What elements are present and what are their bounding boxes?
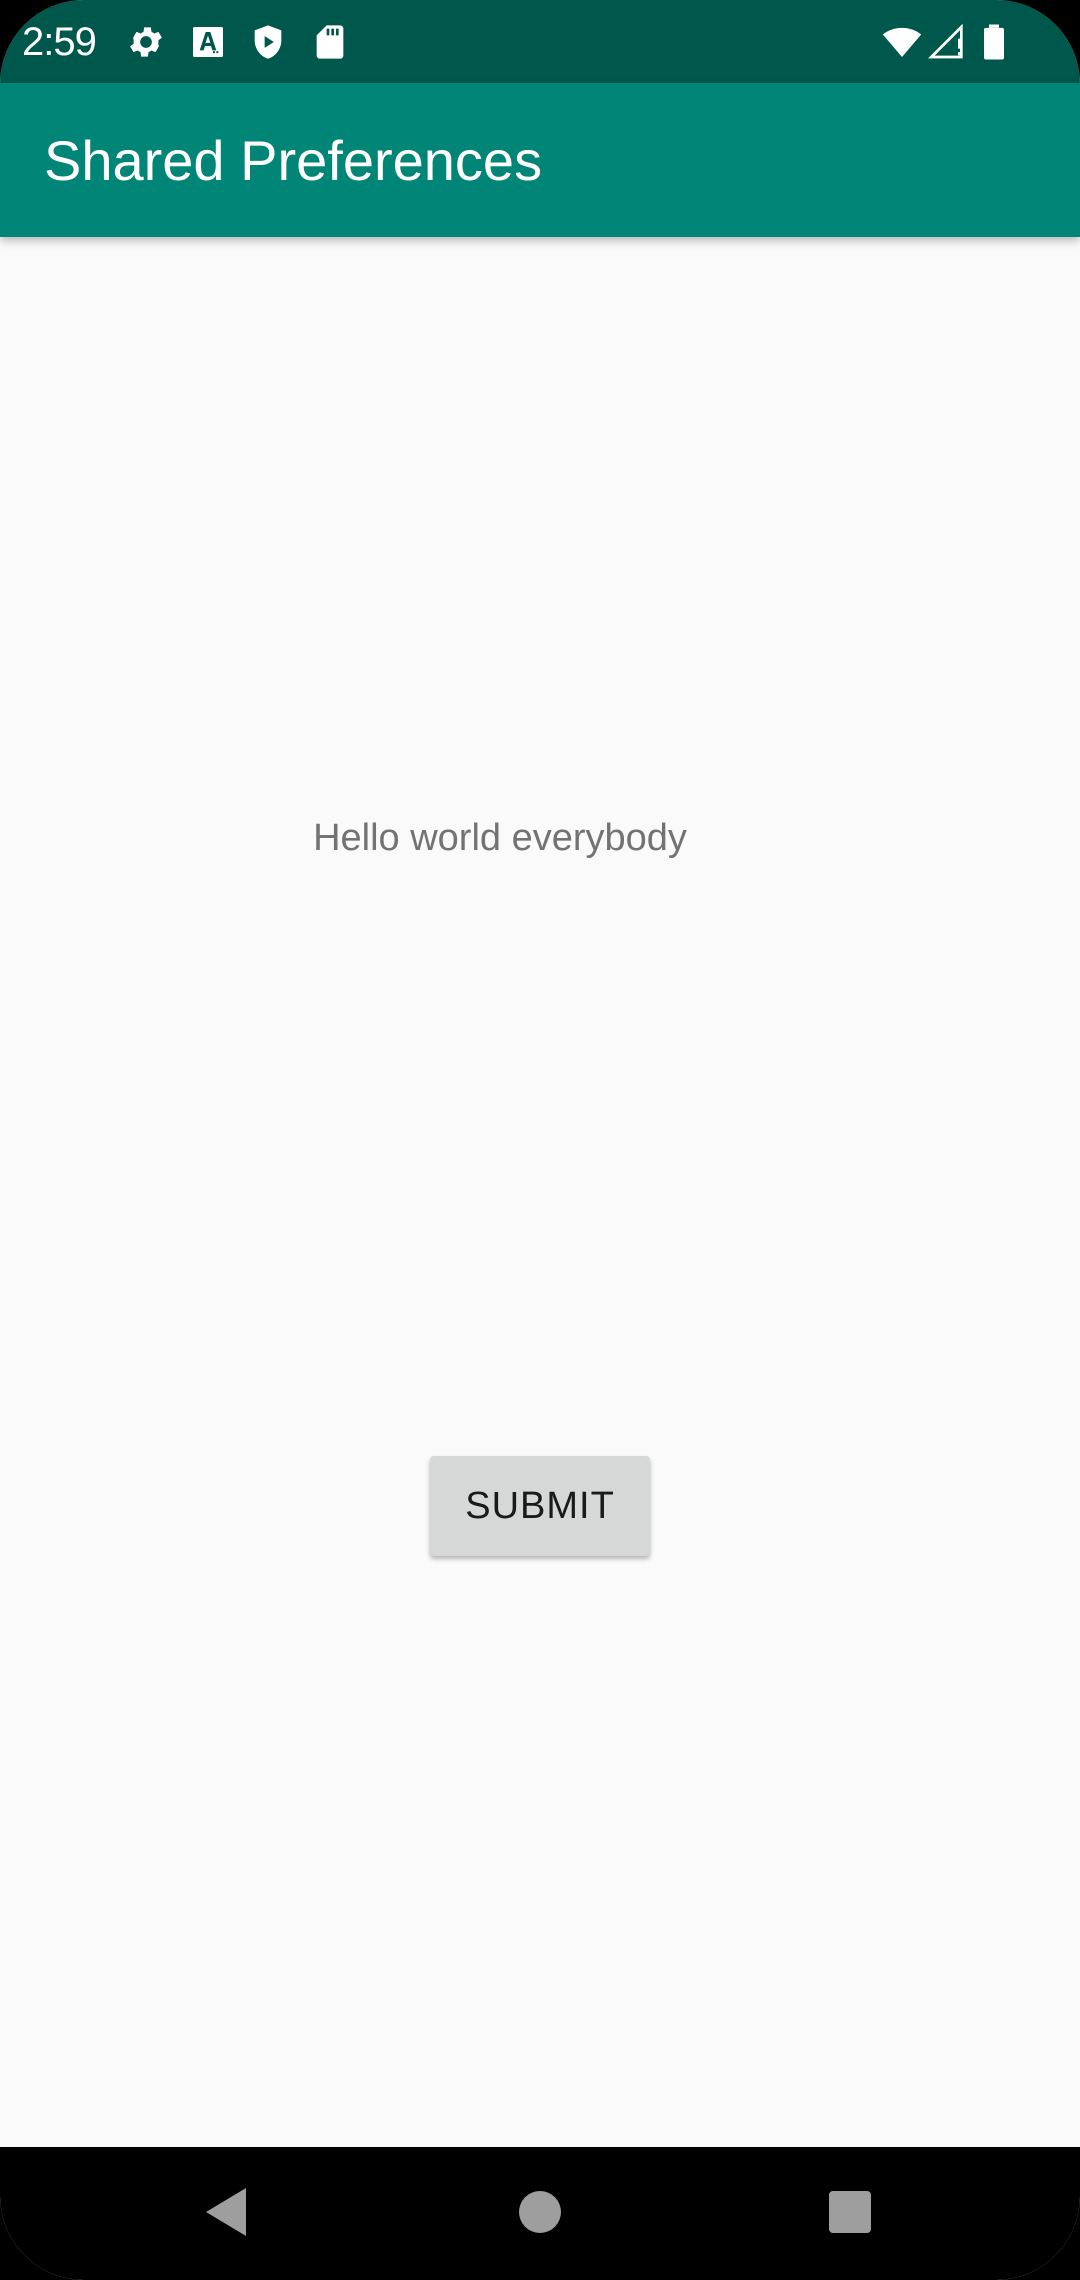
app-bar: Shared Preferences — [0, 83, 1080, 237]
main-content: Hello world everybody SUBMIT — [0, 237, 1080, 2147]
phone-screen: 2:59 Shared Preferences Hello world ever… — [0, 0, 1080, 2280]
home-button[interactable] — [490, 2167, 590, 2257]
shield-play-icon — [248, 22, 288, 62]
status-bar: 2:59 — [0, 0, 1080, 83]
hello-text: Hello world everybody — [313, 817, 687, 859]
back-button[interactable] — [176, 2167, 276, 2257]
gear-icon — [126, 22, 166, 62]
recent-square-icon — [829, 2191, 871, 2233]
text-a-icon — [188, 22, 228, 62]
recent-apps-button[interactable] — [800, 2167, 900, 2257]
wifi-icon — [882, 22, 922, 62]
back-triangle-icon — [206, 2188, 246, 2236]
status-time: 2:59 — [22, 20, 97, 64]
app-title: Shared Preferences — [44, 129, 543, 192]
battery-icon — [974, 22, 1014, 62]
sd-card-icon — [310, 22, 350, 62]
home-circle-icon — [519, 2191, 561, 2233]
signal-icon — [928, 22, 968, 62]
navigation-bar — [0, 2147, 1080, 2280]
submit-button[interactable]: SUBMIT — [430, 1456, 650, 1556]
